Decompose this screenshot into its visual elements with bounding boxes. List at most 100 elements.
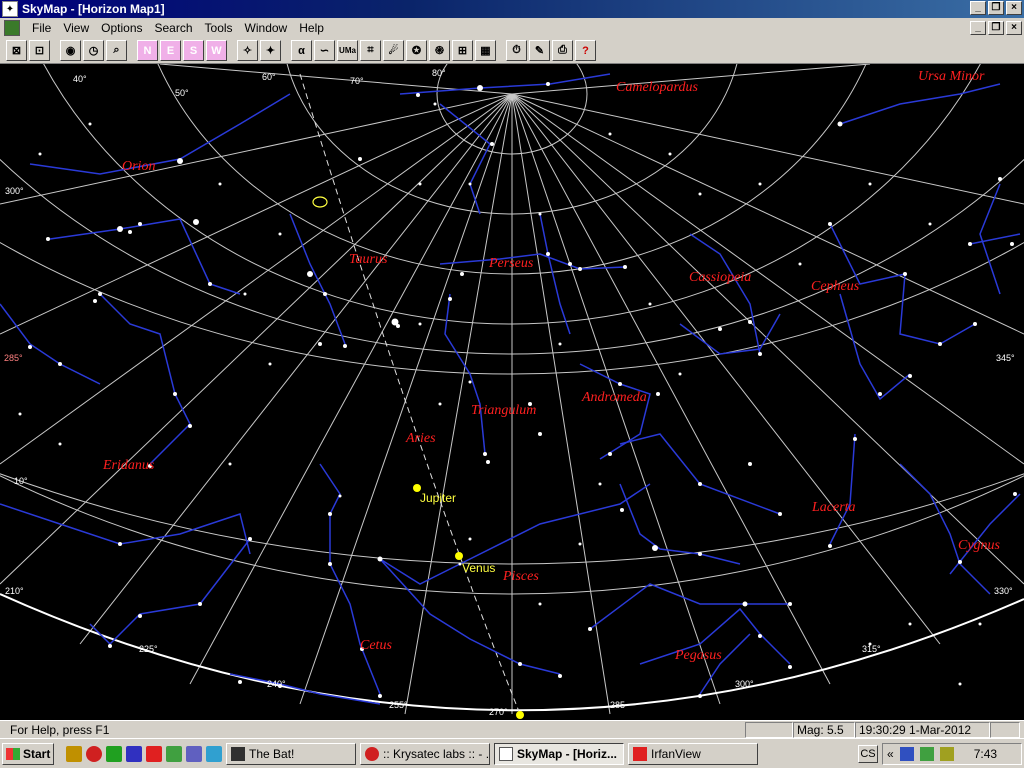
stars (18, 82, 1017, 698)
doc-restore-button[interactable]: ❐ (988, 21, 1004, 35)
status-empty-pane (745, 721, 793, 738)
zoom-window-icon[interactable]: ⊡ (29, 40, 50, 61)
milky-way-icon[interactable]: ∽ (314, 40, 335, 61)
menu-tools[interactable]: Tools (199, 21, 239, 35)
sky-map-canvas[interactable]: Camelopardus Ursa Minor Orion Taurus Per… (0, 64, 1024, 720)
skymap-app-icon[interactable]: ✦ (2, 1, 18, 17)
opera-task-icon (365, 746, 379, 761)
menu-view[interactable]: View (57, 21, 95, 35)
constellation-label-cygnus[interactable]: Cygnus (958, 538, 1000, 554)
ie-icon[interactable] (206, 745, 222, 762)
context-help-icon[interactable]: ? (575, 40, 596, 61)
constellation-label-aries[interactable]: Aries (406, 431, 436, 447)
constellation-label-cassiopeia[interactable]: Cassiopeia (689, 270, 751, 286)
maximize-button[interactable]: ❐ (988, 1, 1004, 15)
doc-minimize-button[interactable]: _ (970, 21, 986, 35)
constellation-label-taurus[interactable]: Taurus (349, 252, 387, 268)
constellation-names-button[interactable]: UMa (337, 40, 358, 61)
azimuth-label-285: 285° (4, 353, 23, 363)
comet-icon[interactable]: ☄ (383, 40, 404, 61)
close-button[interactable]: × (1006, 1, 1022, 15)
ecliptic-line (299, 73, 521, 715)
azimuth-label-240: 240° (267, 679, 286, 689)
east-button[interactable]: E (160, 40, 181, 61)
north-button[interactable]: N (137, 40, 158, 61)
start-button[interactable]: Start (2, 742, 54, 765)
menu-search[interactable]: Search (149, 21, 199, 35)
constellation-label-pisces[interactable]: Pisces (503, 569, 539, 585)
deep-sky-icon[interactable]: ✪ (406, 40, 427, 61)
constellation-label-andromeda[interactable]: Andromeda (582, 390, 647, 406)
tray-shield-icon[interactable] (899, 747, 914, 761)
greek-letters-button[interactable]: α (291, 40, 312, 61)
start-label: Start (23, 746, 51, 761)
quicklaunch-7-icon[interactable] (186, 745, 202, 762)
status-extra-pane (990, 721, 1020, 738)
constellation-boundaries-icon[interactable]: ⌗ (360, 40, 381, 61)
printer-icon[interactable]: ⎙ (552, 40, 573, 61)
task-label: The Bat! (249, 746, 295, 761)
quicklaunch-3-icon[interactable] (106, 745, 122, 762)
globe-icon[interactable]: ◉ (60, 40, 81, 61)
constellation-label-camelopardus[interactable]: Camelopardus (616, 80, 698, 96)
doc-close-button[interactable]: × (1006, 21, 1022, 35)
constellation-label-pegasus[interactable]: Pegasus (675, 648, 722, 664)
opera-icon[interactable] (86, 745, 102, 762)
menu-options[interactable]: Options (95, 21, 148, 35)
alt-az-grid-icon[interactable]: ⊞ (452, 40, 473, 61)
planet-label-venus[interactable]: Venus (462, 561, 495, 575)
floppy-icon[interactable] (126, 745, 142, 762)
stopwatch-icon[interactable]: ⏱ (506, 40, 527, 61)
task-label: :: Krysatec labs :: - ... (383, 746, 490, 761)
menu-help[interactable]: Help (293, 21, 330, 35)
altitude-label-50: 50° (175, 88, 189, 98)
azimuth-label-345: 345° (996, 353, 1015, 363)
document-icon[interactable] (4, 20, 20, 36)
galaxy-icon[interactable]: ֍ (429, 40, 450, 61)
constellation-label-perseus[interactable]: Perseus (489, 256, 533, 272)
minimize-button[interactable]: _ (970, 1, 986, 15)
menu-window[interactable]: Window (239, 21, 294, 35)
document-window-controls: _ ❐ × (970, 21, 1022, 35)
tray-network-icon[interactable] (919, 747, 934, 761)
zoom-fit-icon[interactable]: ⊠ (6, 40, 27, 61)
language-indicator[interactable]: CS (858, 745, 878, 763)
azimuth-label-285b: 285 (610, 700, 626, 710)
star-move-left-icon[interactable]: ✧ (237, 40, 258, 61)
sun-marker[interactable] (516, 711, 524, 719)
magnifier-icon[interactable]: ⌕ (106, 40, 127, 61)
constellation-label-triangulum[interactable]: Triangulum (471, 403, 536, 419)
task-irfanview[interactable]: IrfanView (628, 742, 758, 765)
tray-expand-icon[interactable]: « (887, 747, 894, 761)
star-move-right-icon[interactable]: ✦ (260, 40, 281, 61)
constellation-label-orion[interactable]: Orion (122, 159, 155, 175)
venus-marker[interactable] (455, 552, 463, 560)
tray-app-icon[interactable] (939, 747, 954, 761)
irfanview-quick-icon[interactable] (146, 745, 162, 762)
azimuth-label-270: 270° (489, 707, 508, 717)
task-thebat[interactable]: The Bat! (226, 742, 356, 765)
quicklaunch-6-icon[interactable] (166, 745, 182, 762)
azimuth-label-210: 210° (5, 586, 24, 596)
tray-clock[interactable]: 7:43 (974, 747, 997, 761)
constellation-label-eridanus[interactable]: Eridanus (103, 458, 154, 474)
clock-icon[interactable]: ◷ (83, 40, 104, 61)
planet-label-jupiter[interactable]: Jupiter (420, 491, 456, 505)
azimuth-label-255: 255° (389, 700, 408, 710)
windows-logo-icon (6, 747, 20, 760)
south-button[interactable]: S (183, 40, 204, 61)
azimuth-label-300b: 300° (735, 679, 754, 689)
task-krysatec[interactable]: :: Krysatec labs :: - ... (360, 742, 490, 765)
quicklaunch-1-icon[interactable] (66, 745, 82, 762)
constellation-label-ursa-minor[interactable]: Ursa Minor (918, 69, 985, 85)
west-button[interactable]: W (206, 40, 227, 61)
constellation-label-lacerta[interactable]: Lacerta (812, 500, 856, 516)
pencil-icon[interactable]: ✎ (529, 40, 550, 61)
constellation-label-cepheus[interactable]: Cepheus (811, 279, 859, 295)
constellation-label-cetus[interactable]: Cetus (360, 638, 392, 654)
task-skymap[interactable]: SkyMap - [Horiz... (494, 742, 624, 765)
comet-marker (312, 196, 328, 208)
window-controls: _ ❐ × (970, 1, 1022, 15)
menu-file[interactable]: File (26, 21, 57, 35)
ra-dec-grid-icon[interactable]: ▦ (475, 40, 496, 61)
